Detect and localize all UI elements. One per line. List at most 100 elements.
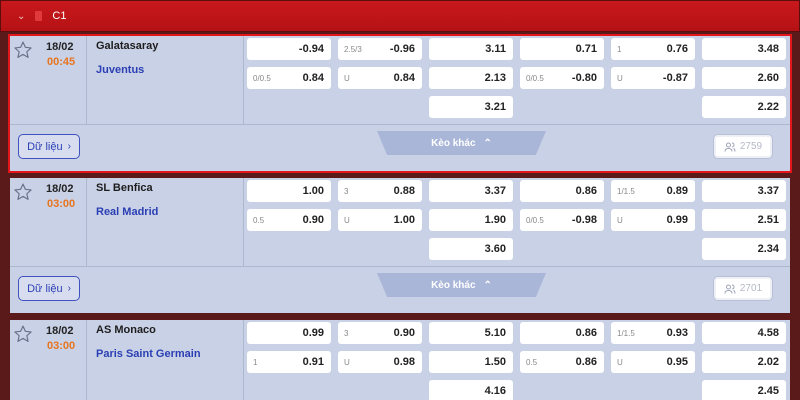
- home-team[interactable]: SL Benfica: [96, 182, 153, 194]
- odds-cell[interactable]: U 0.99: [611, 209, 695, 231]
- odds-value: 3.11: [485, 43, 506, 55]
- odds-value: 4.16: [484, 385, 506, 397]
- odds-cell[interactable]: 2.60: [702, 67, 786, 89]
- odds-value: 3.37: [757, 185, 779, 197]
- odds-value: 0.99: [666, 214, 688, 226]
- odds-cell[interactable]: 3.48: [702, 38, 786, 60]
- odds-cell[interactable]: 3.11: [429, 38, 513, 60]
- home-team[interactable]: Galatasaray: [96, 40, 158, 52]
- odds-cell[interactable]: 3 0.90: [338, 322, 422, 344]
- bet-count: 2759: [739, 141, 763, 152]
- match-row: 18/02 03:00 AS Monaco Paris Saint Germain 0.…: [10, 320, 790, 400]
- match-row: 18/02 00:45 Galatasaray Juventus -0.94 2.5/3 -…: [8, 34, 792, 173]
- odds-value: 3.37: [484, 185, 506, 197]
- odds-value: 0.90: [302, 214, 324, 226]
- odds-cell[interactable]: 3.60: [429, 238, 513, 260]
- odds-cell[interactable]: 1 0.91: [247, 351, 331, 373]
- star-icon[interactable]: [13, 324, 33, 344]
- data-button[interactable]: Dữ liệu ›: [18, 134, 80, 159]
- handicap-label: U: [344, 215, 350, 225]
- odds-value: 0.93: [666, 327, 688, 339]
- odds-cell[interactable]: 1.00: [247, 180, 331, 202]
- away-team[interactable]: Real Madrid: [96, 206, 158, 218]
- odds-cell[interactable]: 2.34: [702, 238, 786, 260]
- handicap-label: 2.5/3: [344, 44, 362, 54]
- odds-cell[interactable]: 0/0.5 -0.98: [520, 209, 604, 231]
- odds-value: 3.21: [484, 101, 506, 113]
- odds-cell[interactable]: 3.21: [429, 96, 513, 118]
- odds-cell[interactable]: 2.22: [702, 96, 786, 118]
- odds-cell[interactable]: U 0.98: [338, 351, 422, 373]
- odds-cell[interactable]: U 1.00: [338, 209, 422, 231]
- bet-count-button[interactable]: 2701: [713, 276, 773, 301]
- odds-value: 0.88: [393, 185, 415, 197]
- column-divider: [243, 36, 244, 124]
- odds-cell[interactable]: U 0.84: [338, 67, 422, 89]
- column-divider: [86, 36, 87, 124]
- odds-cell[interactable]: 0/0.5 -0.80: [520, 67, 604, 89]
- more-odds-button[interactable]: Kèo khác ⌃: [377, 273, 546, 297]
- users-icon: [724, 142, 736, 152]
- odds-value: 0.86: [575, 327, 597, 339]
- odds-value: 2.45: [757, 385, 779, 397]
- match-time: 00:45: [47, 56, 76, 68]
- odds-cell[interactable]: 0/0.5 0.84: [247, 67, 331, 89]
- more-odds-button[interactable]: Kèo khác ⌃: [377, 131, 546, 155]
- odds-cell[interactable]: 3.37: [429, 180, 513, 202]
- chevron-up-icon: ⌃: [483, 279, 492, 291]
- odds-cell[interactable]: 4.58: [702, 322, 786, 344]
- bet-count-button[interactable]: 2759: [713, 134, 773, 159]
- match-row: 18/02 03:00 SL Benfica Real Madrid 1.00 3 0.88…: [10, 178, 790, 313]
- odds-cell[interactable]: 1.50: [429, 351, 513, 373]
- odds-cell[interactable]: 4.16: [429, 380, 513, 400]
- handicap-label: 1: [253, 357, 258, 367]
- odds-cell[interactable]: 3 0.88: [338, 180, 422, 202]
- odds-cell[interactable]: 5.10: [429, 322, 513, 344]
- star-icon[interactable]: [13, 40, 33, 60]
- odds-cell[interactable]: 2.13: [429, 67, 513, 89]
- odds-cell[interactable]: 2.51: [702, 209, 786, 231]
- league-header[interactable]: ⌄ C1: [0, 0, 800, 32]
- odds-value: 1.00: [393, 214, 415, 226]
- handicap-label: 0/0.5: [526, 215, 544, 225]
- chevron-right-icon: ›: [67, 283, 71, 294]
- handicap-label: 0.5: [526, 357, 538, 367]
- odds-cell[interactable]: 2.02: [702, 351, 786, 373]
- odds-cell[interactable]: 0.5 0.86: [520, 351, 604, 373]
- odds-value: 0.98: [393, 356, 415, 368]
- match-date: 18/02: [46, 325, 74, 337]
- chevron-down-icon[interactable]: ⌄: [17, 11, 25, 22]
- league-flag-icon: [35, 11, 43, 21]
- odds-value: -0.80: [571, 72, 597, 84]
- bet-count: 2701: [739, 283, 763, 294]
- odds-cell[interactable]: -0.94: [247, 38, 331, 60]
- odds-value: 5.10: [484, 327, 506, 339]
- odds-cell[interactable]: 1/1.5 0.93: [611, 322, 695, 344]
- odds-value: 1.00: [302, 185, 324, 197]
- odds-cell[interactable]: 1 0.76: [611, 38, 695, 60]
- odds-cell[interactable]: 0.86: [520, 322, 604, 344]
- odds-cell[interactable]: 1.90: [429, 209, 513, 231]
- odds-cell[interactable]: 3.37: [702, 180, 786, 202]
- odds-cell[interactable]: 0.5 0.90: [247, 209, 331, 231]
- data-button[interactable]: Dữ liệu ›: [18, 276, 80, 301]
- data-button-label: Dữ liệu: [27, 282, 63, 295]
- handicap-label: U: [617, 73, 623, 83]
- handicap-label: U: [344, 357, 350, 367]
- odds-cell[interactable]: 0.99: [247, 322, 331, 344]
- odds-cell[interactable]: 2.5/3 -0.96: [338, 38, 422, 60]
- odds-cell[interactable]: U 0.95: [611, 351, 695, 373]
- away-team[interactable]: Paris Saint Germain: [96, 348, 201, 360]
- home-team[interactable]: AS Monaco: [96, 324, 156, 336]
- handicap-label: U: [617, 357, 623, 367]
- odds-cell[interactable]: 0.86: [520, 180, 604, 202]
- away-team[interactable]: Juventus: [96, 64, 144, 76]
- odds-cell[interactable]: 2.45: [702, 380, 786, 400]
- odds-cell[interactable]: U -0.87: [611, 67, 695, 89]
- odds-value: 0.84: [393, 72, 415, 84]
- odds-value: 2.22: [757, 101, 779, 113]
- odds-cell[interactable]: 0.71: [520, 38, 604, 60]
- star-icon[interactable]: [13, 182, 33, 202]
- odds-cell[interactable]: 1/1.5 0.89: [611, 180, 695, 202]
- column-divider: [243, 320, 244, 400]
